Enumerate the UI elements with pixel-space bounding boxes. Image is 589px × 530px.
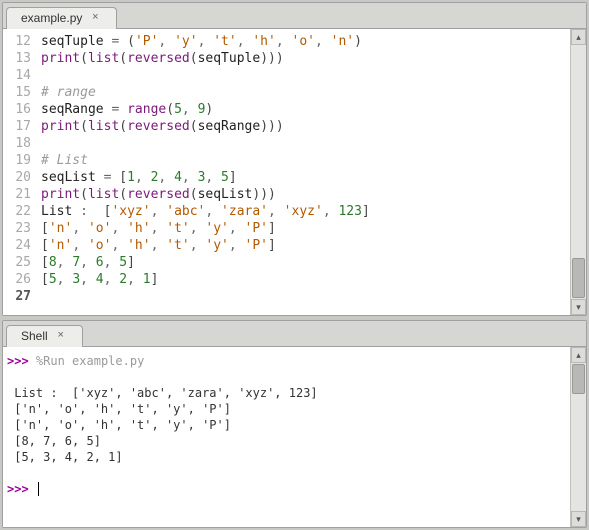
code-line[interactable] — [41, 135, 568, 152]
line-number: 21 — [7, 186, 31, 203]
editor-tab-bar: example.py × — [3, 3, 586, 29]
tab-bar-space — [117, 22, 583, 29]
line-number: 16 — [7, 101, 31, 118]
line-number: 15 — [7, 84, 31, 101]
shell-prompt-line[interactable]: >>> — [7, 481, 566, 497]
code-line[interactable]: List : ['xyz', 'abc', 'zara', 'xyz', 123… — [41, 203, 568, 220]
code-line[interactable] — [41, 288, 568, 305]
code-area[interactable]: seqTuple = ('P', 'y', 't', 'h', 'o', 'n'… — [39, 29, 570, 315]
shell-body-wrap: >>> %Run example.py List : ['xyz', 'abc'… — [3, 347, 586, 527]
line-number: 25 — [7, 254, 31, 271]
scroll-up-icon[interactable]: ▴ — [571, 29, 586, 45]
scroll-track[interactable] — [571, 45, 586, 257]
code-line[interactable]: seqList = [1, 2, 4, 3, 5] — [41, 169, 568, 186]
code-line[interactable]: # range — [41, 84, 568, 101]
scroll-thumb[interactable] — [572, 258, 585, 298]
shell-pane: Shell × >>> %Run example.py List : ['xyz… — [2, 320, 587, 528]
line-number: 13 — [7, 50, 31, 67]
line-number-gutter: 12131415161718192021222324252627 — [3, 29, 39, 315]
tab-bar-space — [83, 340, 583, 347]
shell-output-line: ['n', 'o', 'h', 't', 'y', 'P'] — [7, 417, 566, 433]
line-number: 12 — [7, 33, 31, 50]
shell-output-line: List : ['xyz', 'abc', 'zara', 'xyz', 123… — [7, 385, 566, 401]
shell-output-area[interactable]: >>> %Run example.py List : ['xyz', 'abc'… — [3, 347, 570, 527]
close-icon[interactable]: × — [54, 329, 68, 343]
shell-tab-bar: Shell × — [3, 321, 586, 347]
editor-scrollbar[interactable]: ▴ ▾ — [570, 29, 586, 315]
close-icon[interactable]: × — [88, 11, 102, 25]
scroll-up-icon[interactable]: ▴ — [571, 347, 586, 363]
code-line[interactable]: ['n', 'o', 'h', 't', 'y', 'P'] — [41, 220, 568, 237]
code-line[interactable]: ['n', 'o', 'h', 't', 'y', 'P'] — [41, 237, 568, 254]
line-number: 24 — [7, 237, 31, 254]
line-number: 20 — [7, 169, 31, 186]
scroll-track[interactable] — [571, 395, 586, 511]
shell-output-line: ['n', 'o', 'h', 't', 'y', 'P'] — [7, 401, 566, 417]
line-number: 23 — [7, 220, 31, 237]
shell-output-line: [8, 7, 6, 5] — [7, 433, 566, 449]
shell-blank — [7, 369, 566, 385]
line-number: 18 — [7, 135, 31, 152]
line-number: 22 — [7, 203, 31, 220]
shell-run-line: >>> %Run example.py — [7, 353, 566, 369]
scroll-down-icon[interactable]: ▾ — [571, 511, 586, 527]
scroll-thumb[interactable] — [572, 364, 585, 394]
shell-output-line: [5, 3, 4, 2, 1] — [7, 449, 566, 465]
editor-pane: example.py × 121314151617181920212223242… — [2, 2, 587, 316]
editor-tab-label: example.py — [21, 11, 82, 25]
line-number: 19 — [7, 152, 31, 169]
line-number: 14 — [7, 67, 31, 84]
cursor-icon — [38, 482, 39, 496]
editor-tab[interactable]: example.py × — [6, 7, 117, 29]
code-line[interactable]: # List — [41, 152, 568, 169]
shell-blank — [7, 465, 566, 481]
line-number: 27 — [7, 288, 31, 305]
code-line[interactable]: print(list(reversed(seqRange))) — [41, 118, 568, 135]
shell-scrollbar[interactable]: ▴ ▾ — [570, 347, 586, 527]
shell-tab-label: Shell — [21, 329, 48, 343]
code-line[interactable]: seqTuple = ('P', 'y', 't', 'h', 'o', 'n'… — [41, 33, 568, 50]
code-line[interactable] — [41, 67, 568, 84]
line-number: 17 — [7, 118, 31, 135]
code-line[interactable]: print(list(reversed(seqTuple))) — [41, 50, 568, 67]
editor-body: 12131415161718192021222324252627 seqTupl… — [3, 29, 586, 315]
code-line[interactable]: [5, 3, 4, 2, 1] — [41, 271, 568, 288]
shell-tab[interactable]: Shell × — [6, 325, 83, 347]
code-line[interactable]: seqRange = range(5, 9) — [41, 101, 568, 118]
scroll-down-icon[interactable]: ▾ — [571, 299, 586, 315]
code-line[interactable]: [8, 7, 6, 5] — [41, 254, 568, 271]
line-number: 26 — [7, 271, 31, 288]
code-line[interactable]: print(list(reversed(seqList))) — [41, 186, 568, 203]
